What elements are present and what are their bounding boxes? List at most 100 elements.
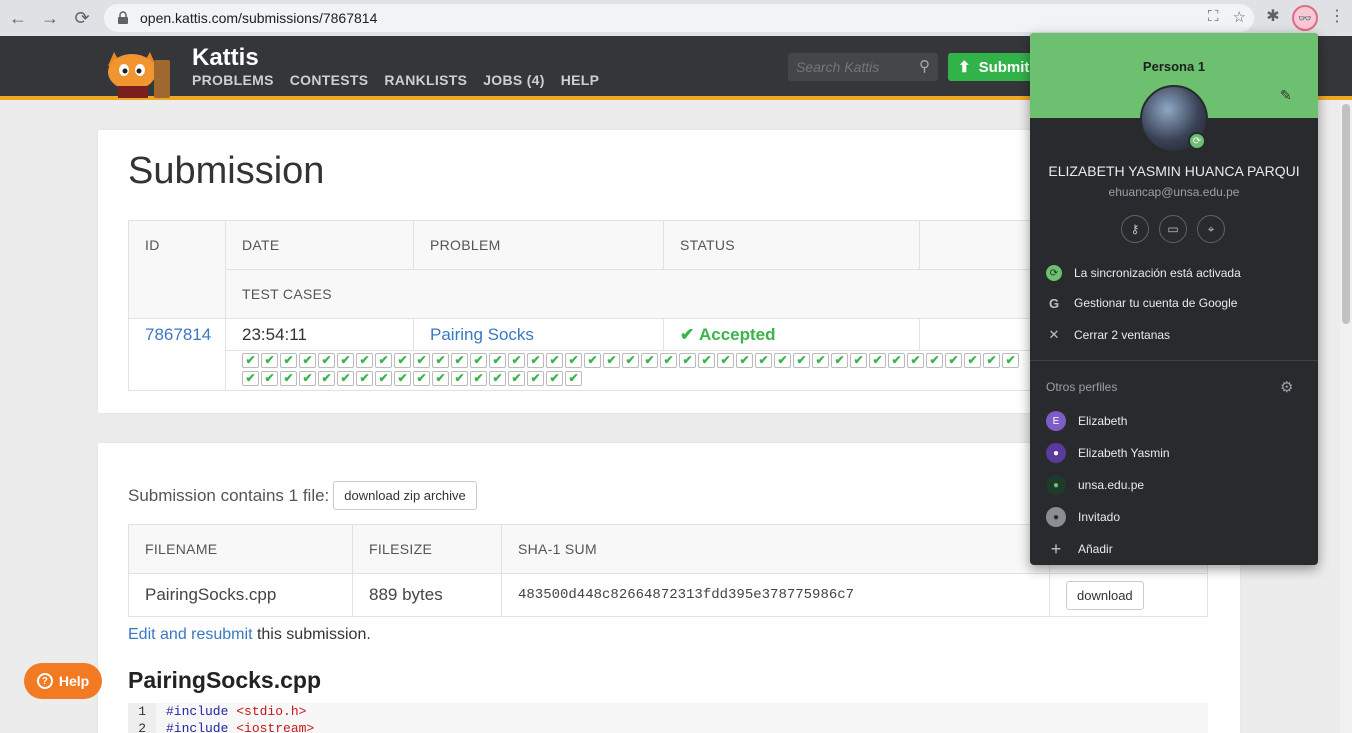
submission-id-link[interactable]: 7867814	[128, 318, 226, 391]
test-case-check-icon[interactable]: ✔	[565, 371, 582, 386]
test-case-check-icon[interactable]: ✔	[717, 353, 734, 368]
test-case-check-icon[interactable]: ✔	[907, 353, 924, 368]
key-icon[interactable]: ⚷	[1121, 215, 1149, 243]
sync-status-row[interactable]: ⟳ La sincronización está activada	[1046, 265, 1241, 281]
test-case-check-icon[interactable]: ✔	[432, 353, 449, 368]
back-icon[interactable]: ←	[4, 4, 32, 32]
test-case-check-icon[interactable]: ✔	[641, 353, 658, 368]
edit-pencil-icon[interactable]: ✎	[1280, 87, 1292, 104]
nav-help[interactable]: HELP	[561, 72, 600, 88]
reload-icon[interactable]: ⟳	[68, 4, 96, 32]
test-case-check-icon[interactable]: ✔	[451, 371, 468, 386]
kattis-logo-icon[interactable]	[100, 44, 180, 98]
address-bar[interactable]: open.kattis.com/submissions/7867814 ⛶ ☆	[104, 4, 1254, 32]
profile-item-unsa[interactable]: ● unsa.edu.pe	[1046, 475, 1144, 495]
test-case-check-icon[interactable]: ✔	[603, 353, 620, 368]
test-case-check-icon[interactable]: ✔	[242, 353, 259, 368]
test-case-check-icon[interactable]: ✔	[527, 353, 544, 368]
test-case-check-icon[interactable]: ✔	[793, 353, 810, 368]
test-case-check-icon[interactable]: ✔	[375, 353, 392, 368]
test-case-check-icon[interactable]: ✔	[546, 371, 563, 386]
test-case-check-icon[interactable]: ✔	[375, 371, 392, 386]
manage-account-row[interactable]: G Gestionar tu cuenta de Google	[1046, 295, 1238, 311]
forward-icon[interactable]: →	[36, 4, 64, 32]
nav-ranklists[interactable]: RANKLISTS	[384, 72, 467, 88]
help-button[interactable]: ? Help	[24, 663, 102, 699]
test-case-check-icon[interactable]: ✔	[755, 353, 772, 368]
test-case-check-icon[interactable]: ✔	[432, 371, 449, 386]
add-profile-row[interactable]: + Añadir	[1046, 539, 1113, 559]
test-case-check-icon[interactable]: ✔	[470, 353, 487, 368]
edit-resubmit-link[interactable]: Edit and resubmit	[128, 626, 253, 643]
test-case-check-icon[interactable]: ✔	[964, 353, 981, 368]
problem-link[interactable]: Pairing Socks	[413, 318, 664, 351]
close-windows-row[interactable]: ✕ Cerrar 2 ventanas	[1046, 327, 1171, 343]
test-case-check-icon[interactable]: ✔	[489, 371, 506, 386]
test-case-check-icon[interactable]: ✔	[356, 371, 373, 386]
test-case-check-icon[interactable]: ✔	[508, 353, 525, 368]
test-case-check-icon[interactable]: ✔	[508, 371, 525, 386]
test-case-check-icon[interactable]: ✔	[489, 353, 506, 368]
test-case-check-icon[interactable]: ✔	[679, 353, 696, 368]
profile-item-elizabeth-yasmin[interactable]: ● Elizabeth Yasmin	[1046, 443, 1170, 463]
test-case-check-icon[interactable]: ✔	[337, 371, 354, 386]
test-case-check-icon[interactable]: ✔	[299, 353, 316, 368]
test-case-check-icon[interactable]: ✔	[451, 353, 468, 368]
nav-contests[interactable]: CONTESTS	[290, 72, 369, 88]
search-icon[interactable]: ⚲	[919, 57, 930, 75]
test-case-check-icon[interactable]: ✔	[565, 353, 582, 368]
test-case-check-icon[interactable]: ✔	[983, 353, 1000, 368]
translate-icon[interactable]: ⛶	[1208, 8, 1219, 26]
profile-item-guest[interactable]: ● Invitado	[1046, 507, 1120, 527]
test-case-check-icon[interactable]: ✔	[945, 353, 962, 368]
test-case-check-icon[interactable]: ✔	[413, 371, 430, 386]
test-case-check-icon[interactable]: ✔	[280, 371, 297, 386]
location-pin-icon[interactable]: ⌖	[1197, 215, 1225, 243]
test-case-check-icon[interactable]: ✔	[774, 353, 791, 368]
test-case-check-icon[interactable]: ✔	[736, 353, 753, 368]
test-case-check-icon[interactable]: ✔	[299, 371, 316, 386]
test-case-check-icon[interactable]: ✔	[318, 353, 335, 368]
test-case-check-icon[interactable]: ✔	[831, 353, 848, 368]
nav-jobs[interactable]: JOBS (4)	[483, 72, 545, 88]
test-case-check-icon[interactable]: ✔	[261, 353, 278, 368]
bookmark-star-icon[interactable]: ☆	[1233, 8, 1246, 26]
test-case-check-icon[interactable]: ✔	[812, 353, 829, 368]
search-input[interactable]	[788, 53, 908, 81]
test-case-check-icon[interactable]: ✔	[926, 353, 943, 368]
scrollbar-thumb[interactable]	[1342, 104, 1350, 324]
test-case-check-icon[interactable]: ✔	[242, 371, 259, 386]
kattis-brand[interactable]: Kattis	[192, 44, 259, 72]
kebab-menu-icon[interactable]: ⋮	[1328, 6, 1346, 26]
gear-icon[interactable]: ⚙	[1280, 378, 1293, 396]
test-case-check-icon[interactable]: ✔	[584, 353, 601, 368]
test-case-check-icon[interactable]: ✔	[394, 353, 411, 368]
extensions-icon[interactable]: ✱	[1262, 6, 1284, 28]
test-case-check-icon[interactable]: ✔	[527, 371, 544, 386]
credit-card-icon[interactable]: ▭	[1159, 215, 1187, 243]
page-scrollbar[interactable]	[1340, 100, 1352, 733]
test-case-check-icon[interactable]: ✔	[261, 371, 278, 386]
nav-problems[interactable]: PROBLEMS	[192, 72, 274, 88]
test-case-check-icon[interactable]: ✔	[394, 371, 411, 386]
test-case-check-icon[interactable]: ✔	[622, 353, 639, 368]
test-case-check-icon[interactable]: ✔	[869, 353, 886, 368]
test-case-check-icon[interactable]: ✔	[888, 353, 905, 368]
test-case-check-icon[interactable]: ✔	[660, 353, 677, 368]
test-case-check-icon[interactable]: ✔	[470, 371, 487, 386]
profile-avatar-button[interactable]: 👓	[1292, 5, 1318, 31]
download-file-button[interactable]: download	[1066, 580, 1144, 610]
line-number: 2	[128, 720, 156, 733]
test-case-check-icon[interactable]: ✔	[337, 353, 354, 368]
test-case-check-icon[interactable]: ✔	[413, 353, 430, 368]
profile-item-elizabeth[interactable]: E Elizabeth	[1046, 411, 1127, 431]
download-zip-button[interactable]: download zip archive	[333, 481, 477, 510]
test-case-check-icon[interactable]: ✔	[356, 353, 373, 368]
code-include: <iostream>	[236, 721, 315, 733]
test-case-check-icon[interactable]: ✔	[850, 353, 867, 368]
test-case-check-icon[interactable]: ✔	[280, 353, 297, 368]
test-case-check-icon[interactable]: ✔	[1002, 353, 1019, 368]
test-case-check-icon[interactable]: ✔	[698, 353, 715, 368]
test-case-check-icon[interactable]: ✔	[318, 371, 335, 386]
test-case-check-icon[interactable]: ✔	[546, 353, 563, 368]
